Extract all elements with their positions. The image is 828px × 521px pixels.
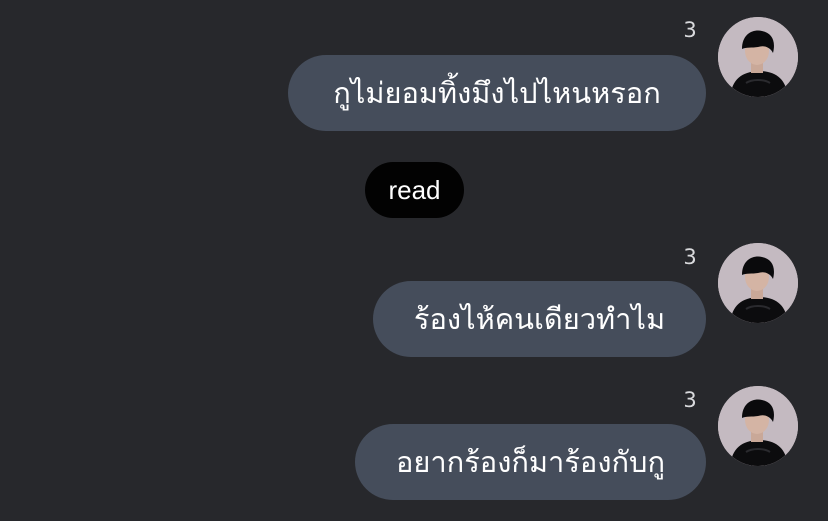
person-silhouette-icon [718,386,798,466]
user-avatar[interactable] [718,17,798,97]
person-silhouette-icon [718,243,798,323]
message-bubble[interactable]: กูไม่ยอมทิ้งมึงไปไหนหรอก [288,55,706,131]
person-silhouette-icon [718,17,798,97]
read-receipt: read [365,162,464,218]
message-bubble[interactable]: อยากร้องก็มาร้องกับกู [355,424,706,500]
reaction-count: 3 [683,388,697,412]
reaction-count: 3 [683,245,697,269]
message-bubble[interactable]: ร้องไห้คนเดียวทำไม [373,281,706,357]
user-avatar[interactable] [718,243,798,323]
user-avatar[interactable] [718,386,798,466]
reaction-count: 3 [683,18,697,42]
